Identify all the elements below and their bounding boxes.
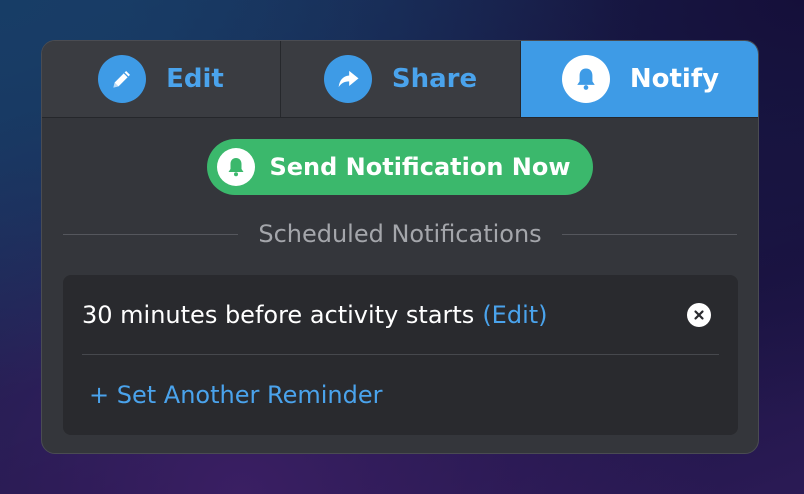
bell-icon [561, 55, 610, 103]
tab-edit[interactable]: Edit [42, 41, 281, 117]
section-divider: Scheduled Notifications [63, 217, 738, 251]
scheduled-item-text: 30 minutes before activity starts [82, 300, 475, 329]
bell-icon [217, 148, 256, 186]
section-heading: Scheduled Notifications [258, 220, 542, 248]
list-item: 30 minutes before activity starts (Edit) [82, 275, 719, 355]
share-arrow-icon [323, 55, 372, 103]
scheduled-list: 30 minutes before activity starts (Edit)… [63, 275, 738, 435]
tab-notify-label: Notify [629, 64, 720, 94]
notification-panel: Edit Share Notify Send Notification Now … [41, 40, 759, 454]
pencil-icon [98, 55, 147, 103]
tab-share[interactable]: Share [281, 41, 521, 117]
tab-bar: Edit Share Notify [42, 41, 758, 118]
tab-notify[interactable]: Notify [521, 41, 758, 117]
send-row: Send Notification Now [42, 139, 758, 195]
tab-share-label: Share [391, 64, 478, 94]
send-notification-label: Send Notification Now [269, 153, 571, 181]
tab-edit-label: Edit [166, 64, 224, 94]
add-reminder-link[interactable]: + Set Another Reminder [89, 355, 712, 435]
scheduled-item-edit-link[interactable]: (Edit) [482, 301, 547, 329]
divider-line-left [63, 233, 239, 235]
divider-line-right [561, 233, 738, 235]
send-notification-button[interactable]: Send Notification Now [207, 139, 593, 195]
close-circle-icon[interactable] [687, 303, 711, 327]
